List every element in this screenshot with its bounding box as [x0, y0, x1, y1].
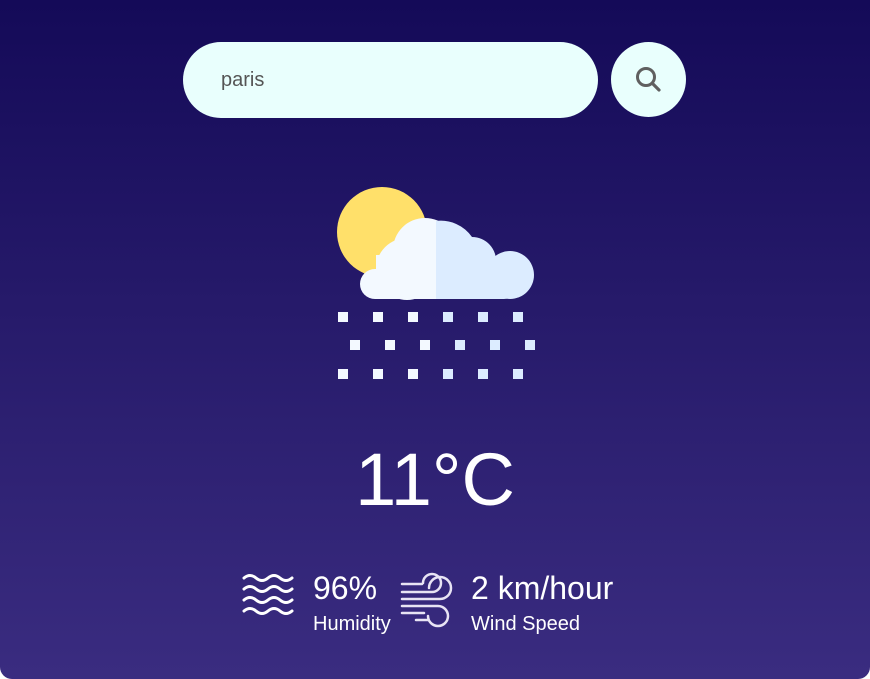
humidity-value: 96% — [313, 570, 378, 606]
search-button[interactable] — [611, 42, 686, 117]
wind-speed-value: 2 km/hour — [471, 570, 614, 606]
snow-cloud-sun-icon — [337, 187, 535, 379]
search-icon — [636, 67, 661, 92]
humidity-waves-icon — [242, 574, 294, 615]
city-search-input[interactable] — [183, 42, 598, 118]
wind-speed-label: Wind Speed — [471, 613, 580, 635]
wind-icon — [400, 572, 453, 628]
weather-card: 11°C 96% Humidity 2 km/hour Wind Speed — [0, 0, 870, 679]
humidity-label: Humidity — [313, 613, 391, 635]
temperature: 11°C — [355, 438, 515, 521]
